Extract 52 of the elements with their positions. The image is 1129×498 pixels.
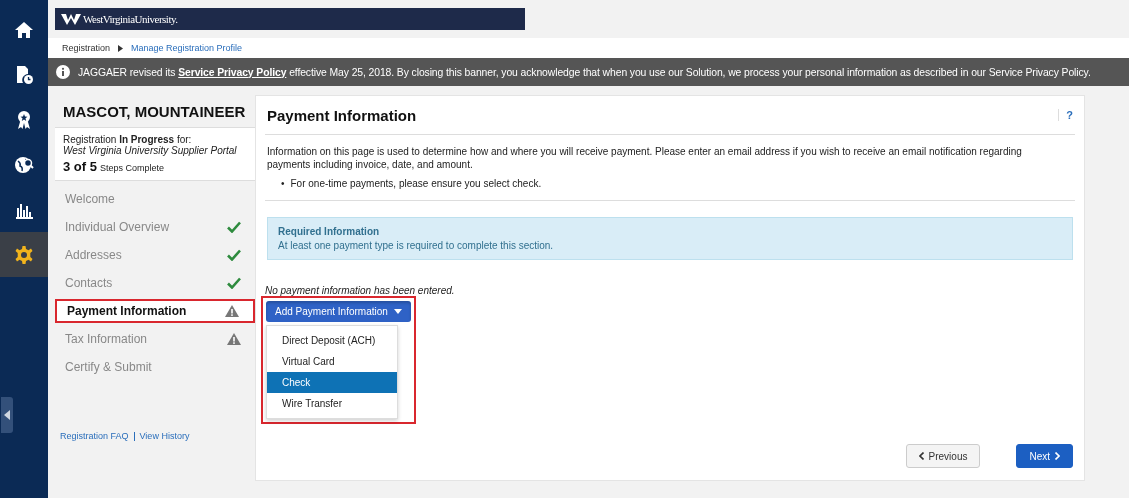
- privacy-policy-link[interactable]: Service Privacy Policy: [178, 66, 287, 78]
- document-clock-icon: [14, 64, 34, 85]
- breadcrumb-link[interactable]: Manage Registration Profile: [131, 43, 243, 53]
- gear-icon: [14, 244, 34, 265]
- intro-text: Information on this page is used to determine how and where you will receive payment. Please enter an email address if you wish to receive an email notification regarding payments including invoice, date, and amount.: [267, 145, 1023, 171]
- globe-search-icon: [14, 154, 34, 175]
- panel-title: Payment Information: [267, 106, 417, 124]
- faq-link[interactable]: Registration FAQ: [60, 431, 129, 441]
- portal-name: West Virginia University Supplier Portal: [63, 145, 238, 156]
- banner-text: JAGGAER revised its Service Privacy Policy effective May 25, 2018. By closing this banner, you acknowledge that when you use our Solution, we process your personal information as described in our Service Privacy Policy.: [78, 66, 1091, 78]
- collapse-tab[interactable]: [1, 397, 13, 433]
- step-item[interactable]: Payment Information: [55, 299, 255, 323]
- menu-item[interactable]: Direct Deposit (ACH): [267, 330, 397, 351]
- step-item[interactable]: Certify & Submit: [55, 353, 255, 381]
- registration-status: Registration In Progress for:: [63, 134, 192, 145]
- help-link[interactable]: ?: [1058, 109, 1073, 121]
- step-item[interactable]: Welcome: [55, 185, 255, 213]
- logo-icon: [61, 13, 81, 25]
- caret-left-icon: [4, 410, 10, 420]
- chevron-right-icon: [1055, 452, 1060, 460]
- step-item[interactable]: Individual Overview: [55, 213, 255, 241]
- menu-item[interactable]: Wire Transfer: [267, 393, 397, 414]
- supplier-name: MASCOT, MOUNTAINEER: [63, 102, 246, 120]
- menu-item[interactable]: Check: [267, 372, 397, 393]
- info-icon: [56, 65, 70, 79]
- caret-right-icon: [118, 44, 124, 52]
- menu-item[interactable]: Virtual Card: [267, 351, 397, 372]
- home-icon: [14, 19, 34, 40]
- next-button[interactable]: Next: [1016, 444, 1073, 468]
- warning-icon: [225, 305, 239, 317]
- steps-count: 3 of 5: [63, 159, 97, 174]
- checkmark-icon: [227, 221, 241, 233]
- warning-icon: [227, 333, 241, 345]
- history-link[interactable]: View History: [139, 431, 190, 441]
- checkmark-icon: [227, 249, 241, 261]
- add-payment-button[interactable]: Add Payment Information: [266, 301, 411, 322]
- alert-title: Required Information: [278, 226, 381, 237]
- steps-label: Steps Complete: [99, 163, 164, 173]
- caret-down-icon: [393, 309, 402, 314]
- nav-item[interactable]: [0, 232, 48, 277]
- step-item[interactable]: Addresses: [55, 241, 255, 269]
- alert-text: At least one payment type is required to complete this section.: [278, 240, 555, 251]
- previous-button[interactable]: Previous: [905, 444, 981, 468]
- empty-message: No payment information has been entered.: [265, 285, 456, 296]
- bullet-marker: •: [281, 177, 285, 190]
- bullet-text: For one-time payments, please ensure you select check.: [290, 177, 542, 190]
- step-item[interactable]: Contacts: [55, 269, 255, 297]
- breadcrumb-item: Registration: [62, 43, 111, 53]
- checkmark-icon: [227, 277, 241, 289]
- logo-text: WestVirginiaUniversity.: [83, 13, 178, 25]
- chevron-left-icon: [918, 452, 924, 460]
- step-item[interactable]: Tax Information: [55, 325, 255, 353]
